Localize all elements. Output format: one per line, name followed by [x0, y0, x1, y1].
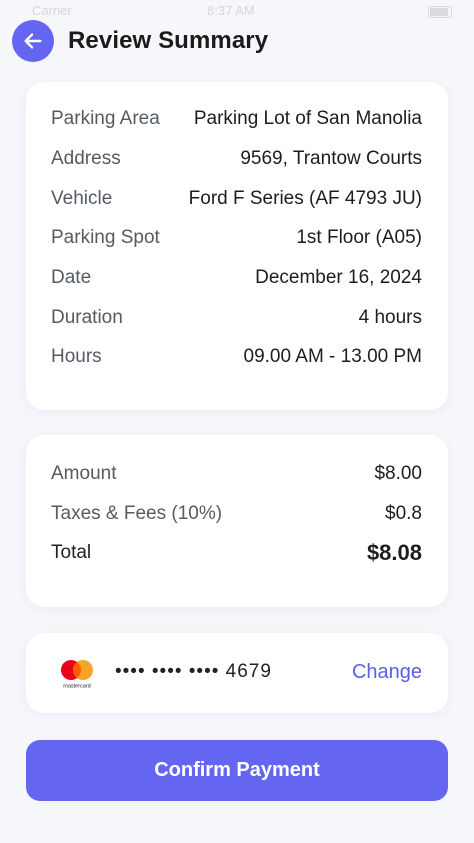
detail-row-parking-spot: Parking Spot 1st Floor (A05)	[51, 225, 422, 251]
header: Review Summary	[12, 20, 462, 62]
detail-label: Vehicle	[51, 188, 113, 209]
detail-value: December 16, 2024	[255, 267, 422, 288]
booking-details-card: Parking Area Parking Lot of San Manolia …	[26, 82, 448, 410]
detail-value: Parking Lot of San Manolia	[193, 108, 422, 129]
detail-label: Hours	[51, 346, 102, 367]
detail-label: Date	[51, 267, 92, 288]
page-title: Review Summary	[68, 27, 269, 54]
cost-row-amount: Amount $8.00	[51, 461, 422, 487]
detail-value: 4 hours	[358, 307, 422, 328]
detail-value: 09.00 AM - 13.00 PM	[243, 346, 423, 367]
detail-row-hours: Hours 09.00 AM - 13.00 PM	[51, 344, 422, 370]
carrier-label: Carrier	[32, 3, 72, 18]
battery-icon	[428, 6, 452, 18]
cost-label: Amount	[51, 463, 117, 484]
payment-method-card: mastercard •••• •••• •••• 4679 Change	[26, 633, 448, 713]
detail-row-date: Date December 16, 2024	[51, 265, 422, 291]
confirm-payment-button[interactable]: Confirm Payment	[26, 740, 448, 801]
status-bar: Carrier 8:37 AM	[0, 0, 474, 22]
detail-value: Ford F Series (AF 4793 JU)	[188, 188, 422, 209]
detail-label: Address	[51, 148, 121, 169]
back-button[interactable]	[12, 20, 54, 62]
cost-value: $8.00	[374, 463, 422, 484]
change-payment-link[interactable]: Change	[352, 661, 422, 684]
mastercard-wordmark: mastercard	[63, 684, 91, 690]
card-number: •••• •••• •••• 4679	[115, 661, 272, 682]
detail-label: Duration	[51, 307, 123, 328]
detail-label: Parking Area	[51, 108, 160, 129]
cost-summary-card: Amount $8.00 Taxes & Fees (10%) $0.8 Tot…	[26, 435, 448, 607]
detail-value: 9569, Trantow Courts	[240, 148, 422, 169]
detail-row-vehicle: Vehicle Ford F Series (AF 4793 JU)	[51, 186, 422, 212]
mastercard-icon: mastercard	[61, 660, 93, 690]
detail-row-address: Address 9569, Trantow Courts	[51, 146, 422, 172]
cost-value: $0.8	[385, 503, 422, 524]
detail-row-duration: Duration 4 hours	[51, 305, 422, 331]
detail-value: 1st Floor (A05)	[296, 227, 422, 248]
detail-row-parking-area: Parking Area Parking Lot of San Manolia	[51, 106, 422, 132]
detail-label: Parking Spot	[51, 227, 160, 248]
total-value: $8.08	[366, 540, 422, 565]
cost-label: Taxes & Fees (10%)	[51, 503, 223, 524]
status-time: 8:37 AM	[207, 3, 255, 18]
cost-row-total: Total $8.08	[51, 540, 422, 566]
arrow-left-icon	[24, 33, 42, 49]
cost-row-taxes: Taxes & Fees (10%) $0.8	[51, 501, 422, 527]
total-label: Total	[51, 542, 92, 563]
